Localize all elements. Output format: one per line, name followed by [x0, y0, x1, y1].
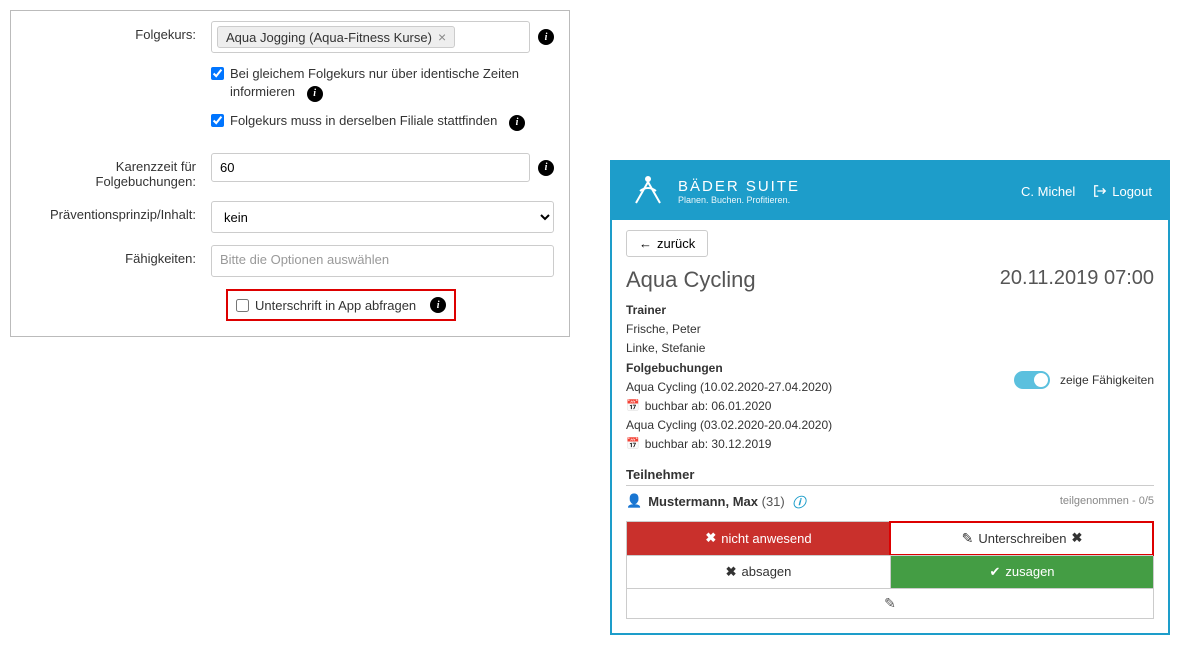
participant-age: (31): [762, 494, 785, 509]
x-icon: ✖: [1071, 530, 1082, 546]
checkbox-identical-times[interactable]: [211, 67, 224, 80]
back-button[interactable]: ← zurück: [626, 230, 708, 257]
checkbox-signature[interactable]: [236, 299, 249, 312]
show-skills-label: zeige Fähigkeiten: [1060, 373, 1154, 387]
edit-icon: [884, 596, 896, 611]
info-icon[interactable]: ⓘ: [789, 492, 806, 511]
prinzip-label: Präventionsprinzip/Inhalt:: [26, 201, 211, 222]
checkbox-identical-times-label: Bei gleichem Folgekurs nur über identisc…: [230, 66, 519, 99]
cancel-button[interactable]: ✖ absagen: [627, 555, 890, 588]
participant-status: teilgenommen - 0/5: [1060, 495, 1154, 507]
karenz-label: Karenzzeit für Folgebuchungen:: [26, 153, 211, 189]
header-username[interactable]: C. Michel: [1021, 184, 1075, 199]
arrow-left-icon: ←: [639, 236, 652, 251]
calendar-icon: 📅: [626, 398, 640, 416]
course-config-form: Folgekurs: Aqua Jogging (Aqua-Fitness Ku…: [10, 10, 570, 337]
trainer-name: Frische, Peter: [626, 320, 832, 339]
followup-bookable: buchbar ab: 30.12.2019: [645, 435, 772, 454]
folgebuchungen-label: Folgebuchungen: [626, 361, 723, 375]
course-title: Aqua Cycling: [626, 267, 756, 293]
checkbox-same-branch-label: Folgekurs muss in derselben Filiale stat…: [230, 113, 497, 128]
faehigkeiten-multiselect[interactable]: Bitte die Optionen auswählen: [211, 245, 554, 277]
check-icon: [989, 564, 1000, 580]
app-logo-icon: [628, 171, 668, 211]
logout-button[interactable]: Logout: [1093, 184, 1152, 199]
info-icon[interactable]: i: [430, 297, 446, 313]
not-present-button[interactable]: ✖ nicht anwesend: [627, 522, 890, 555]
info-icon[interactable]: i: [307, 86, 323, 102]
prinzip-select[interactable]: kein: [211, 201, 554, 233]
checkbox-same-branch[interactable]: [211, 114, 224, 127]
followup-course: Aqua Cycling (10.02.2020-27.04.2020): [626, 378, 832, 397]
karenz-input[interactable]: [211, 153, 530, 182]
signature-checkbox-row: Unterschrift in App abfragen i: [226, 289, 456, 321]
brand-title: BÄDER SUITE: [678, 178, 800, 195]
edit-icon: [962, 530, 974, 547]
followup-bookable: buchbar ab: 06.01.2020: [645, 397, 772, 416]
info-icon[interactable]: i: [509, 115, 525, 131]
app-window: BÄDER SUITE Planen. Buchen. Profitieren.…: [610, 160, 1170, 635]
followup-course: Aqua Cycling (03.02.2020-20.04.2020): [626, 416, 832, 435]
faehigkeiten-label: Fähigkeiten:: [26, 245, 211, 266]
trainer-name: Linke, Stefanie: [626, 339, 832, 358]
participant-name: Mustermann, Max: [648, 494, 758, 509]
brand-tagline: Planen. Buchen. Profitieren.: [678, 195, 800, 205]
sign-button[interactable]: Unterschreiben ✖: [890, 522, 1153, 555]
app-header: BÄDER SUITE Planen. Buchen. Profitieren.…: [612, 162, 1168, 220]
info-icon[interactable]: i: [538, 160, 554, 176]
checkbox-signature-label: Unterschrift in App abfragen: [255, 298, 416, 313]
logout-icon: [1093, 184, 1107, 198]
show-skills-toggle[interactable]: [1014, 371, 1050, 389]
remove-tag-icon[interactable]: ×: [438, 29, 446, 45]
confirm-button[interactable]: zusagen: [890, 555, 1153, 588]
folgekurs-label: Folgekurs:: [26, 21, 211, 42]
edit-row-button[interactable]: [626, 589, 1154, 619]
course-datetime: 20.11.2019 07:00: [1000, 267, 1154, 290]
x-icon: ✖: [726, 564, 737, 580]
x-icon: ✖: [705, 530, 716, 546]
calendar-icon: 📅: [626, 436, 640, 454]
participant-row: 👤 Mustermann, Max (31) ⓘ teilgenommen - …: [626, 486, 1154, 517]
folgekurs-tag-input[interactable]: Aqua Jogging (Aqua-Fitness Kurse) ×: [211, 21, 530, 53]
action-grid: ✖ nicht anwesend Unterschreiben ✖ ✖ absa…: [626, 521, 1154, 589]
teilnehmer-heading: Teilnehmer: [626, 467, 1154, 486]
info-icon[interactable]: i: [538, 29, 554, 45]
person-icon: 👤: [626, 493, 642, 509]
folgekurs-tag: Aqua Jogging (Aqua-Fitness Kurse) ×: [217, 26, 455, 48]
trainer-label: Trainer: [626, 303, 666, 317]
